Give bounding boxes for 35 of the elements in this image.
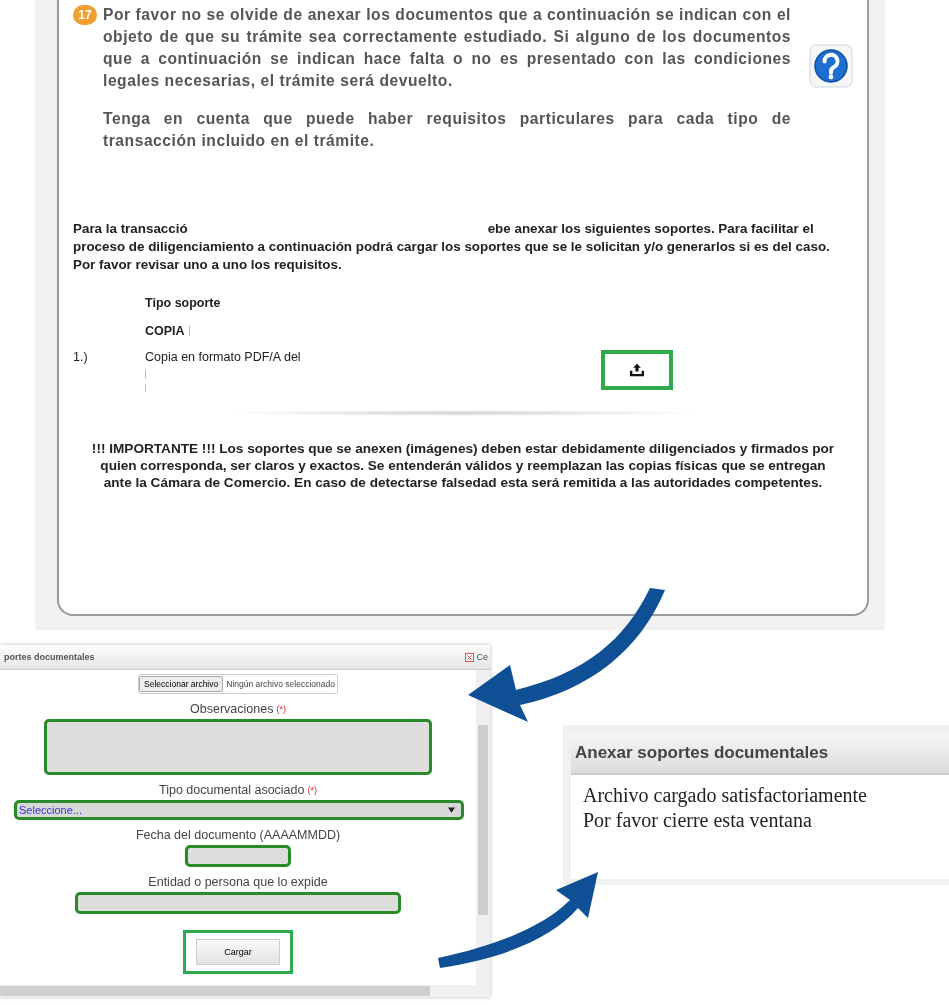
dropdown-caret-icon: [448, 807, 455, 813]
upload-button[interactable]: [601, 350, 673, 390]
transaction-text: Para la transacció ebe anexar los siguientes soportes. Para facilitar el proceso de diligenciamiento a continuación podrá cargar los soportes que se le solicitan y/o generarlos si es del caso. Por favor revisar uno a uno los requisitos.: [73, 220, 831, 274]
file-status: Ningún archivo seleccionado: [226, 679, 335, 689]
file-input[interactable]: Seleccionar archivo Ningún archivo seleccionado: [138, 674, 338, 694]
issuer-field[interactable]: [75, 892, 401, 914]
close-label[interactable]: Ce: [476, 652, 488, 662]
help-icon[interactable]: [809, 44, 853, 88]
vertical-scrollbar[interactable]: [476, 670, 490, 985]
field-label: Entidad o persona que lo expide: [148, 874, 328, 890]
select-file-button[interactable]: Seleccionar archivo: [139, 676, 224, 692]
horizontal-scrollbar[interactable]: [0, 985, 490, 997]
group-label: COPIA: [145, 324, 185, 338]
instruction-paragraph: Por favor no se olvide de anexar los documentos que a continuación se indican con el objeto de que su trámite sea correctamente estudiado. Si alguno de los documentos que a continuación se indican hace falta o no es presentado con las condiciones legales necesarias, el trámite será devuelto.: [103, 5, 791, 91]
instruction-paragraph: Tenga en cuenta que puede haber requisitos particulares para cada tipo de transacción incluido en el trámite.: [103, 109, 791, 151]
document-type-dropdown[interactable]: Seleccione...: [14, 800, 464, 820]
required-mark: (*): [307, 784, 317, 796]
date-field[interactable]: [185, 845, 291, 867]
close-icon[interactable]: [465, 652, 475, 662]
support-description: Copia en formato PDF/A del: [145, 350, 302, 364]
dialog-title: portes documentales: [4, 652, 95, 662]
field-label: Tipo documental asociado: [159, 782, 305, 798]
field-label: Observaciones: [190, 701, 274, 717]
field-label: Fecha del documento (AAAAMMDD): [135, 827, 341, 843]
observations-field[interactable]: [44, 719, 432, 775]
important-notice: !!! IMPORTANTE !!! Los soportes que se anexen (imágenes) deben estar debidamente diligenciados y firmados por quien corresponda, ser claros y exactos. Se entenderán válidos y reemplazan las copias físicas que se entregan ante la Cámara de Comercio. En caso de detectarse falsedad esta será remitida a las autoridades competentes.: [90, 440, 836, 491]
success-message: Archivo cargado satisfactoriamente: [583, 783, 868, 808]
required-mark: (*): [276, 703, 286, 715]
dialog-title: Anexar soportes documentales: [571, 733, 949, 775]
column-header: Tipo soporte: [145, 296, 222, 310]
success-message: Por favor cierre esta ventana: [583, 808, 813, 833]
row-number: 1.): [73, 350, 89, 364]
upload-icon: [629, 363, 645, 377]
upload-submit-button[interactable]: Cargar: [196, 939, 280, 965]
step-number-badge: 17: [73, 5, 97, 25]
